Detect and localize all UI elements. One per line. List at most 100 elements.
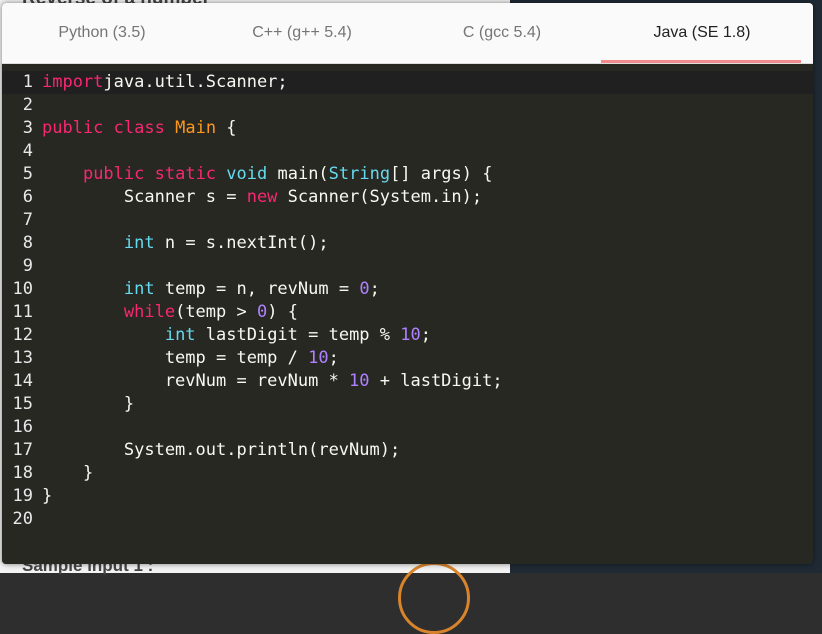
- tab-c[interactable]: C (gcc 5.4): [402, 3, 602, 63]
- code-token: 10: [400, 325, 421, 345]
- code-text: public class Main {: [42, 117, 237, 140]
- code-token: + lastDigit;: [369, 371, 503, 391]
- code-token: {: [216, 118, 237, 138]
- code-text: public static void main(String[] args) {: [42, 163, 493, 186]
- code-token: 10: [349, 371, 370, 391]
- code-text: int temp = n, revNum = 0;: [42, 278, 380, 301]
- code-token: 0: [359, 279, 370, 299]
- code-line[interactable]: 13 temp = temp / 10;: [2, 347, 813, 370]
- code-line[interactable]: 17 System.out.println(revNum);: [2, 439, 813, 462]
- code-text: Scanner s = new Scanner(System.in);: [42, 186, 482, 209]
- code-line[interactable]: 4: [2, 140, 813, 163]
- code-line[interactable]: 11 while(temp > 0) {: [2, 301, 813, 324]
- code-text: }: [42, 393, 134, 416]
- line-number: 11: [12, 302, 33, 322]
- code-token: 0: [256, 302, 268, 322]
- code-token: ;: [328, 348, 339, 368]
- code-token: while: [123, 302, 176, 322]
- line-number: 3: [22, 118, 33, 138]
- code-line[interactable]: 5 public static void main(String[] args)…: [2, 163, 813, 186]
- code-token: }: [42, 394, 135, 414]
- code-line[interactable]: 18 }: [2, 462, 813, 485]
- code-text: int lastDigit = temp % 10;: [42, 324, 431, 347]
- code-token: static: [154, 164, 217, 184]
- code-token: main(: [267, 164, 329, 184]
- code-token: lastDigit = temp %: [195, 325, 401, 345]
- active-tab-indicator: [601, 60, 801, 63]
- code-token: int: [123, 279, 155, 299]
- code-token: }: [42, 486, 53, 506]
- code-token: temp = temp /: [42, 348, 309, 368]
- line-number: 15: [12, 394, 33, 414]
- code-token: 10: [308, 348, 329, 368]
- code-token: temp = n, revNum =: [154, 279, 360, 299]
- code-text: revNum = revNum * 10 + lastDigit;: [42, 370, 503, 393]
- code-token: int: [164, 325, 196, 345]
- code-line[interactable]: 12 int lastDigit = temp % 10;: [2, 324, 813, 347]
- code-text: }: [42, 462, 93, 485]
- line-number: 14: [12, 371, 33, 391]
- code-token: public: [42, 118, 104, 138]
- line-number: 18: [12, 463, 33, 483]
- tab-java[interactable]: Java (SE 1.8): [602, 3, 802, 63]
- line-number: 9: [22, 256, 33, 276]
- code-line[interactable]: 6 Scanner s = new Scanner(System.in);: [2, 186, 813, 209]
- line-number: 6: [22, 187, 33, 207]
- code-text: }: [42, 485, 52, 508]
- code-token: [] args) {: [390, 164, 493, 184]
- code-line[interactable]: 9: [2, 255, 813, 278]
- code-line[interactable]: 19}: [2, 485, 813, 508]
- tab-python[interactable]: Python (3.5): [2, 3, 202, 63]
- line-number: 5: [22, 164, 33, 184]
- code-token: ;: [369, 279, 380, 299]
- code-line[interactable]: 20: [2, 508, 813, 531]
- line-number: 1: [22, 72, 33, 92]
- line-number: 19: [12, 486, 33, 506]
- code-line[interactable]: 16: [2, 416, 813, 439]
- code-line[interactable]: 3 public class Main {: [2, 117, 813, 140]
- line-number: 2: [22, 95, 33, 115]
- line-number: 17: [12, 440, 33, 460]
- line-number: 16: [12, 417, 33, 437]
- line-number: 4: [22, 141, 33, 161]
- code-token: public: [82, 164, 145, 184]
- code-token: Scanner s =: [42, 187, 247, 207]
- code-line[interactable]: 8 int n = s.nextInt();: [2, 232, 813, 255]
- code-token: Scanner(System.in);: [277, 187, 483, 207]
- code-text: int n = s.nextInt();: [42, 232, 329, 255]
- code-token: void: [226, 164, 268, 184]
- code-line[interactable]: 7: [2, 209, 813, 232]
- code-token: }: [42, 463, 94, 483]
- line-number: 10: [12, 279, 33, 299]
- code-editor[interactable]: 1 importjava.util.Scanner; 2 3 public class …: [2, 66, 813, 564]
- code-text: temp = temp / 10;: [42, 347, 339, 370]
- code-token: ;: [420, 325, 431, 345]
- tab-cpp[interactable]: C++ (g++ 5.4): [202, 3, 402, 63]
- code-line[interactable]: 1 importjava.util.Scanner;: [2, 71, 813, 94]
- code-token: class: [113, 118, 165, 138]
- code-line[interactable]: 10 int temp = n, revNum = 0;: [2, 278, 813, 301]
- code-token: ) {: [267, 302, 298, 322]
- code-text: System.out.println(revNum);: [42, 439, 400, 462]
- code-token: (temp >: [175, 302, 257, 322]
- line-number: 13: [12, 348, 33, 368]
- code-line[interactable]: 2: [2, 94, 813, 117]
- code-token: import: [42, 72, 104, 92]
- code-line[interactable]: 14 revNum = revNum * 10 + lastDigit;: [2, 370, 813, 393]
- code-text: importjava.util.Scanner;: [42, 71, 288, 94]
- line-number: 7: [22, 210, 33, 230]
- code-line[interactable]: 15 }: [2, 393, 813, 416]
- code-token: new: [246, 187, 278, 207]
- code-token: Main: [175, 118, 217, 138]
- code-token: java.util.Scanner;: [103, 72, 288, 92]
- code-token: int: [123, 233, 155, 253]
